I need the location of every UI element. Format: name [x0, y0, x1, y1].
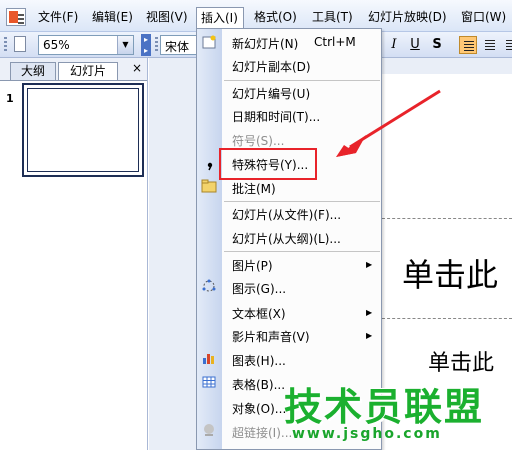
- shortcut-new-slide: Ctrl+M: [314, 35, 356, 49]
- zoom-select[interactable]: 65% ▼: [38, 35, 134, 55]
- menu-item-symbol: 符号(S)...: [232, 134, 285, 148]
- tab-slides[interactable]: 幻灯片: [58, 62, 118, 81]
- special-symbol-icon: [207, 162, 213, 171]
- menu-item-text-box[interactable]: 文本框(X): [232, 305, 286, 322]
- font-name: 宋体: [165, 40, 190, 54]
- diagram-icon: [202, 279, 216, 292]
- highlight-box: [219, 148, 317, 180]
- annotation-arrow-icon: [336, 89, 441, 157]
- menu-separator: [224, 80, 380, 81]
- title-placeholder-border: [382, 318, 512, 319]
- menu-window[interactable]: 窗口(W): [461, 6, 506, 28]
- submenu-arrow-icon: ▶: [366, 260, 373, 269]
- slide-subtitle-placeholder[interactable]: 单击此: [428, 345, 494, 377]
- menu-file[interactable]: 文件(F): [38, 6, 78, 28]
- hyperlink-icon: [204, 424, 214, 436]
- align-right-icon[interactable]: [502, 36, 512, 54]
- watermark-url: www.jsgho.com: [292, 426, 442, 442]
- watermark-logo: 技术员联盟: [284, 385, 485, 429]
- menu-view[interactable]: 视图(V): [146, 6, 188, 28]
- powerpoint-app-icon[interactable]: [6, 8, 26, 26]
- slide-number: 1: [6, 92, 14, 105]
- slide-thumbnail[interactable]: [22, 83, 144, 177]
- menu-separator: [224, 251, 380, 252]
- toolbar-overflow-icon[interactable]: ▸ ▸: [141, 34, 151, 56]
- menu-item-date-time[interactable]: 日期和时间(T)...: [232, 108, 320, 125]
- menu-slideshow[interactable]: 幻灯片放映(D): [368, 6, 447, 28]
- menu-item-chart[interactable]: 图表(H)...: [232, 352, 286, 369]
- align-center-icon[interactable]: [481, 36, 499, 54]
- menu-tools[interactable]: 工具(T): [312, 6, 353, 28]
- new-slide-icon: [202, 35, 216, 49]
- menu-item-diagram[interactable]: 图示(G)...: [232, 280, 286, 297]
- tab-outline[interactable]: 大纲: [10, 62, 56, 80]
- menu-item-duplicate-slide[interactable]: 幻灯片副本(D): [232, 58, 311, 75]
- menu-item-slides-from-file[interactable]: 幻灯片(从文件)(F)...: [232, 206, 341, 223]
- toolbar-grip[interactable]: [155, 37, 158, 53]
- menu-separator: [224, 201, 380, 202]
- menu-item-picture[interactable]: 图片(P): [232, 257, 273, 274]
- menu-item-object[interactable]: 对象(O)...: [232, 400, 286, 417]
- close-icon[interactable]: ×: [132, 61, 142, 75]
- slide-title-placeholder[interactable]: 单击此: [402, 250, 498, 296]
- zoom-value: 65%: [43, 38, 70, 52]
- title-placeholder-border: [382, 218, 512, 219]
- new-document-icon[interactable]: [14, 36, 26, 52]
- chevron-down-icon[interactable]: ▼: [117, 36, 133, 54]
- comment-icon: [201, 179, 217, 193]
- menu-item-slide-number[interactable]: 幻灯片编号(U): [232, 85, 310, 102]
- chart-icon: [203, 354, 214, 364]
- menu-item-table[interactable]: 表格(B)...: [232, 376, 285, 393]
- font-select[interactable]: 宋体: [160, 35, 200, 55]
- submenu-arrow-icon: ▶: [366, 308, 373, 317]
- menu-format[interactable]: 格式(O): [254, 6, 297, 28]
- italic-icon[interactable]: I: [385, 36, 403, 54]
- menu-edit[interactable]: 编辑(E): [92, 6, 133, 28]
- shadow-icon[interactable]: S: [428, 36, 446, 54]
- toolbar-grip[interactable]: [4, 37, 7, 53]
- menu-item-new-slide[interactable]: 新幻灯片(N): [232, 35, 298, 52]
- table-icon: [202, 376, 216, 388]
- underline-icon[interactable]: U: [406, 36, 424, 54]
- menu-item-movies-sounds[interactable]: 影片和声音(V): [232, 328, 310, 345]
- submenu-arrow-icon: ▶: [366, 331, 373, 340]
- align-left-icon[interactable]: [459, 36, 477, 54]
- menu-item-comment[interactable]: 批注(M): [232, 180, 276, 197]
- menu-item-slides-from-outline[interactable]: 幻灯片(从大纲)(L)...: [232, 230, 341, 247]
